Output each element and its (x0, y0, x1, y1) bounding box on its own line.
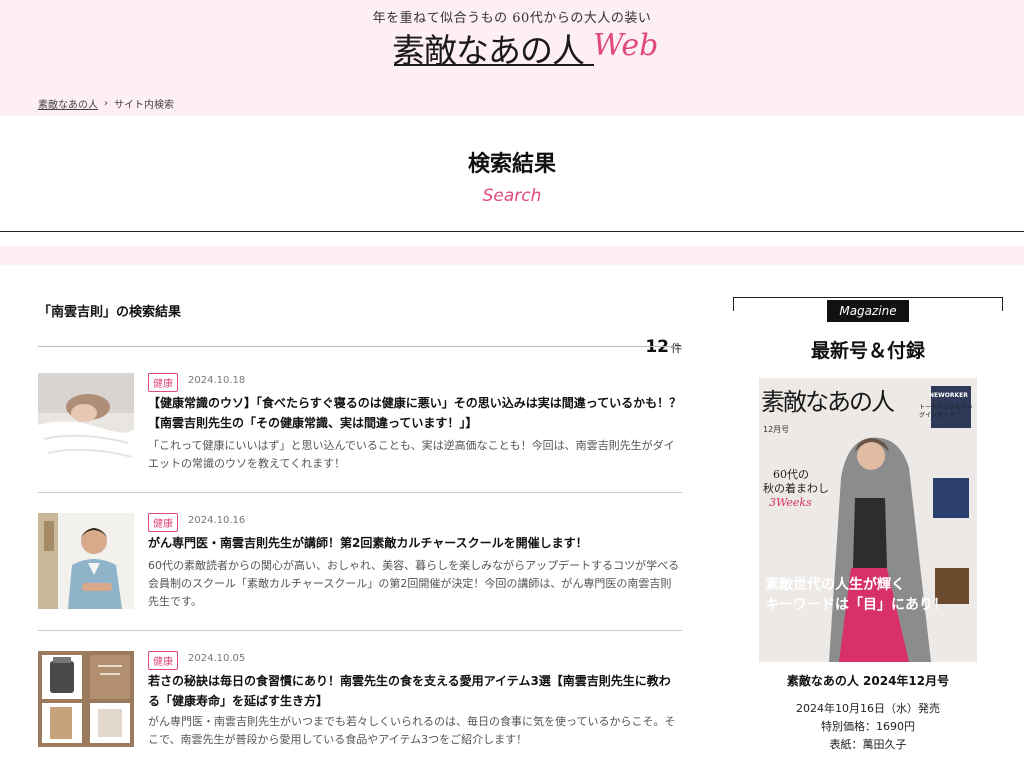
article-divider (38, 492, 682, 493)
article-excerpt: がん専門医・南雲吉則先生がいつまでも若々しくいられるのは、毎日の食事に気を使って… (148, 715, 676, 746)
sleeping-woman-image (38, 373, 134, 469)
category-badge[interactable]: 健康 (148, 373, 178, 392)
cover-headline-line2: キーワードは「目」にあり！ (765, 597, 947, 613)
site-logo[interactable]: 素敵なあの人 Web (392, 24, 658, 70)
results-divider (38, 346, 682, 347)
magazine-heading: 最新号＆付録 (810, 340, 925, 362)
article-divider (38, 630, 682, 631)
magazine-release-date: 2024年10月16日（水）発売 (796, 702, 940, 715)
results-count-number: 12 (645, 337, 669, 357)
article-thumbnail[interactable] (38, 651, 134, 747)
cover-feature-line2: 秋の着まわし (763, 482, 829, 495)
logo-underline (394, 64, 594, 66)
food-items-image (38, 651, 134, 747)
cover-bag-label: トートバッグ＆バッグインポーチ (919, 404, 974, 419)
cover-badge: NEWORKER (929, 392, 968, 399)
breadcrumb: 素敵なあの人 › サイト内検索 (38, 96, 174, 111)
article-title[interactable]: がん専門医・南雲吉則先生が講師！第2回素敵カルチャースクールを開催します！ (148, 533, 682, 553)
site-header: 年を重ねて似合うもの 60代からの大人の装い 素敵なあの人 Web 素敵なあの人… (0, 0, 1024, 116)
pink-divider-strip (0, 246, 1024, 265)
breadcrumb-home-link[interactable]: 素敵なあの人 (38, 96, 98, 111)
article-card[interactable]: 健康 2024.10.16 がん専門医・南雲吉則先生が講師！第2回素敵カルチャー… (38, 513, 682, 641)
magazine-label: Magazine (827, 300, 909, 322)
logo-web-text: Web (593, 28, 659, 63)
article-excerpt: 60代の素敵読者からの関心が高い、おしゃれ、美容、暮らしを楽しみながらアップデー… (148, 559, 680, 608)
cover-headline-line1: 素敵世代の人生が輝く (765, 577, 905, 593)
magazine-issue-name[interactable]: 素敵なあの人 2024年12月号 (733, 672, 1003, 689)
results-count: 12 件 (645, 337, 682, 357)
magazine-cover-image[interactable]: 素敵なあの人 NEWORKER 12月号 60代の 秋の着まわし 3Weeks … (759, 378, 977, 662)
article-date: 2024.10.05 (188, 653, 246, 664)
breadcrumb-current: サイト内検索 (114, 100, 174, 111)
magazine-cover-person: 表紙：萬田久子 (829, 738, 907, 751)
magazine-cover-art (759, 378, 977, 662)
article-date: 2024.10.16 (188, 515, 246, 526)
article-title[interactable]: 【健康常識のウソ】「食べたらすぐ寝るのは健康に悪い」その思い込みは実は間違ってい… (148, 393, 682, 433)
page-subtitle: Search (482, 186, 542, 206)
magazine-price: 特別価格：1690円 (821, 720, 915, 733)
article-excerpt: 「これって健康にいいはず」と思い込んでいることも、実は逆高価なことも！今回は、南… (148, 439, 675, 470)
article-thumbnail[interactable] (38, 513, 134, 609)
cover-weeks: 3Weeks (769, 496, 812, 509)
article-date: 2024.10.18 (188, 375, 246, 386)
results-count-unit: 件 (671, 342, 682, 355)
article-title[interactable]: 若さの秘訣は毎日の食習慣にあり！南雲先生の食を支える愛用アイテム3選【南雲吉則先… (148, 671, 682, 711)
article-card[interactable]: 健康 2024.10.18 【健康常識のウソ】「食べたらすぐ寝るのは健康に悪い」… (38, 373, 682, 501)
category-badge[interactable]: 健康 (148, 513, 178, 532)
article-thumbnail[interactable] (38, 373, 134, 469)
breadcrumb-separator-icon: › (104, 98, 108, 109)
category-badge[interactable]: 健康 (148, 651, 178, 670)
doctor-portrait-image (38, 513, 134, 609)
results-heading: 「南雲吉則」の検索結果 (38, 305, 182, 320)
page-title: 検索結果 (467, 152, 556, 177)
article-card[interactable]: 健康 2024.10.05 若さの秘訣は毎日の食習慣にあり！南雲先生の食を支える… (38, 651, 682, 760)
cover-title: 素敵なあの人 (761, 388, 895, 416)
cover-issue: 12月号 (763, 425, 790, 434)
